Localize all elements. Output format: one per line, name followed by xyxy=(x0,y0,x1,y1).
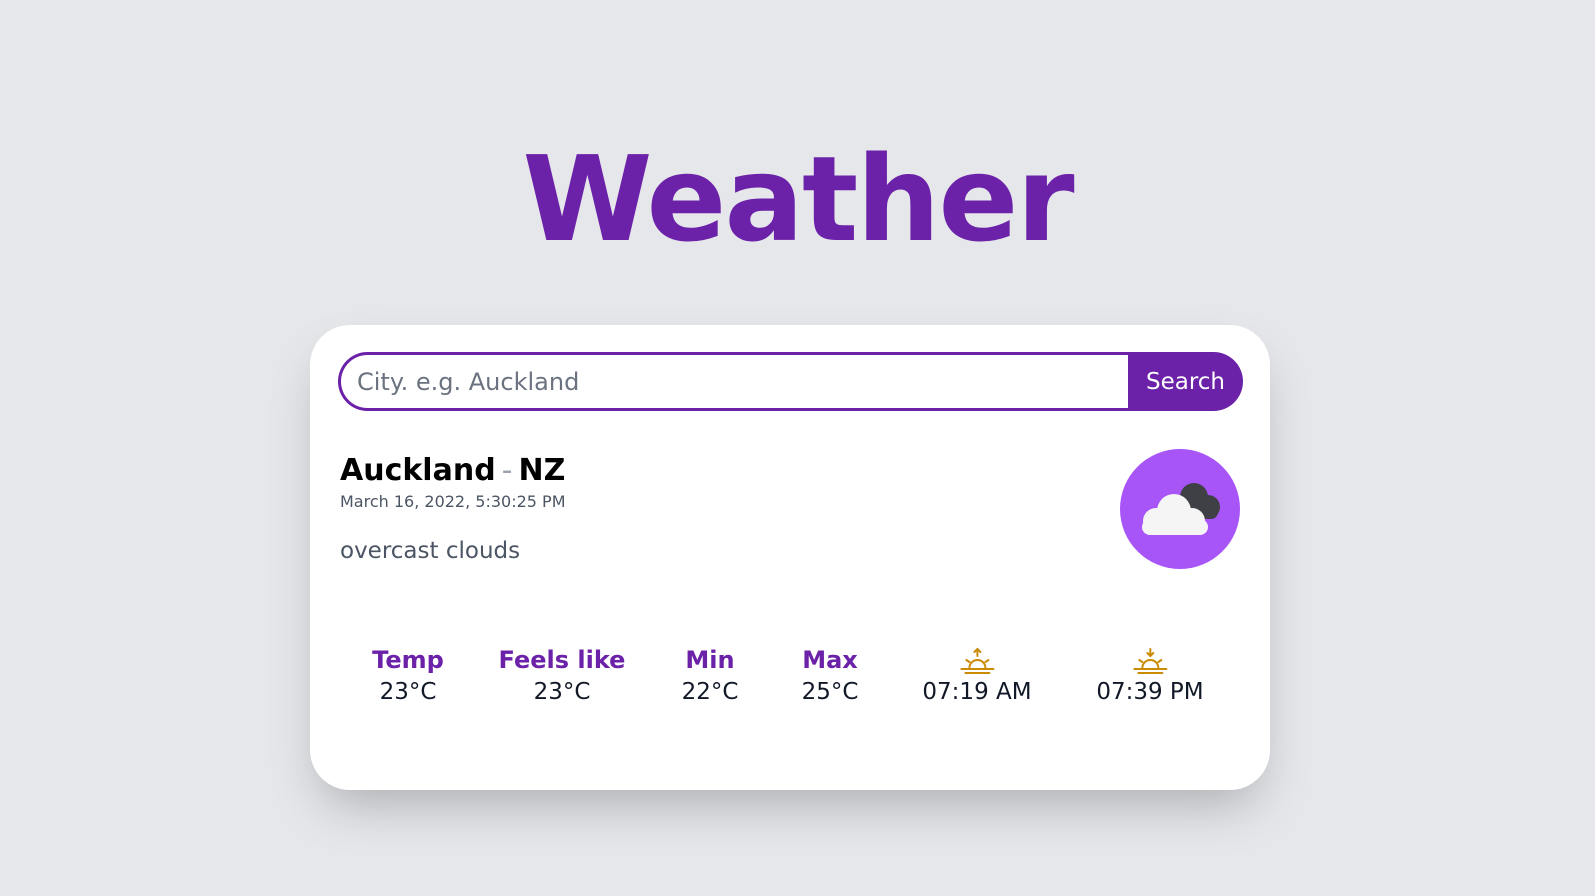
local-datetime: March 16, 2022, 5:30:25 PM xyxy=(340,492,566,511)
stat-sunrise: 07:19 AM xyxy=(922,645,1032,709)
weather-card: Search Auckland-NZ March 16, 2022, 5:30:… xyxy=(310,325,1270,790)
stat-max-value: 25°C xyxy=(801,679,859,705)
location-heading: Auckland - NZ xyxy=(340,453,565,488)
stat-min-label: Min xyxy=(685,646,735,674)
stat-feels-like: Feels like 23°C xyxy=(499,645,626,709)
weather-icon-badge xyxy=(1120,449,1240,569)
search-button[interactable]: Search xyxy=(1128,352,1243,411)
page: Weather Search Auckland-NZ March 16, 202… xyxy=(0,0,1595,896)
search-bar: Search xyxy=(338,352,1243,411)
stat-min: Min 22°C xyxy=(682,645,739,709)
location-separator: - xyxy=(501,453,513,488)
sunset-icon xyxy=(1133,648,1167,674)
stat-sunrise-value: 07:19 AM xyxy=(922,679,1032,705)
overcast-clouds-icon xyxy=(1142,483,1220,535)
stat-feels-like-value: 23°C xyxy=(533,679,591,705)
sunrise-icon xyxy=(959,647,994,674)
stat-max: Max 25°C xyxy=(802,645,859,709)
page-title: Weather xyxy=(522,130,1074,268)
stat-temp-label: Temp xyxy=(372,646,444,674)
stat-sunset-value: 07:39 PM xyxy=(1096,679,1204,705)
city-name: Auckland xyxy=(340,453,496,488)
stat-temp: Temp 23°C xyxy=(372,645,444,709)
stat-temp-value: 23°C xyxy=(379,679,437,705)
weather-description: overcast clouds xyxy=(340,538,521,564)
stat-sunset: 07:39 PM xyxy=(1096,645,1204,709)
stat-feels-like-label: Feels like xyxy=(498,646,626,674)
city-search-input[interactable] xyxy=(338,352,1128,411)
country-code: NZ xyxy=(518,453,566,488)
stat-min-value: 22°C xyxy=(681,679,739,705)
stat-max-label: Max xyxy=(802,646,858,674)
